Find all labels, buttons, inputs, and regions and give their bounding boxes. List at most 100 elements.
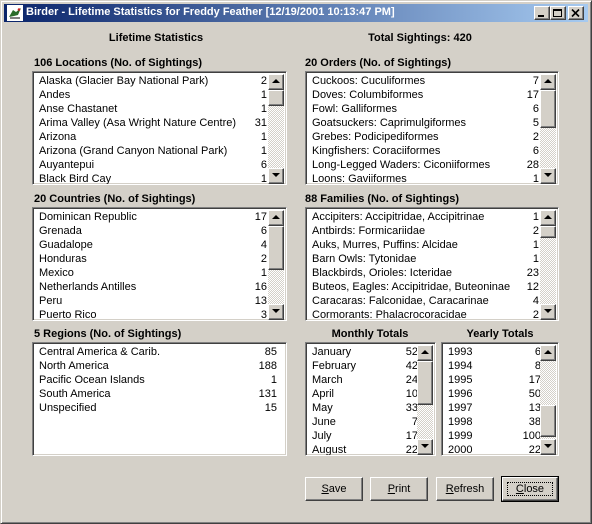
list-item[interactable]: Accipiters: Accipitridae, Accipitrinae 1 (310, 210, 539, 224)
list-item-name: 1995 (448, 374, 473, 386)
scroll-down-button[interactable] (268, 168, 284, 184)
list-item[interactable]: Arima Valley (Asa Wright Nature Centre) 3… (37, 116, 267, 130)
list-item[interactable]: Loons: Gaviiformes 1 (310, 172, 539, 184)
list-item-name: Arizona (39, 131, 77, 143)
families-scrollbar[interactable] (540, 210, 556, 320)
list-item[interactable]: August 22 (310, 443, 418, 455)
list-item[interactable]: 1996 50 (446, 387, 541, 401)
list-item[interactable]: Buteos, Eagles: Accipitridae, Buteoninae… (310, 280, 539, 294)
list-item[interactable]: Dominican Republic 17 (37, 210, 267, 224)
scroll-thumb[interactable] (417, 361, 433, 405)
scroll-up-button[interactable] (540, 345, 556, 361)
list-item-count: 6 (260, 225, 267, 237)
list-item[interactable]: April 10 (310, 387, 418, 401)
print-button[interactable]: Print (370, 477, 428, 501)
list-item[interactable]: Netherlands Antilles 16 (37, 280, 267, 294)
list-item[interactable]: 1998 38 (446, 415, 541, 429)
list-item[interactable]: Alaska (Glacier Bay National Park) 2 (37, 74, 267, 88)
list-item[interactable]: May 33 (310, 401, 418, 415)
scroll-thumb[interactable] (268, 226, 284, 270)
list-item[interactable]: Auks, Murres, Puffins: Alcidae 1 (310, 238, 539, 252)
countries-listbox[interactable]: Dominican Republic 17 Grenada 6 Guadalope 4 Ho… (32, 207, 287, 321)
scroll-up-button[interactable] (268, 74, 284, 90)
list-item[interactable]: Kingfishers: Coraciiformes 6 (310, 144, 539, 158)
regions-listbox[interactable]: Central America & Carib. 85 North America 1… (32, 342, 287, 456)
list-item[interactable]: Pacific Ocean Islands 1 (37, 373, 277, 387)
list-item-name: Guadalope (39, 239, 93, 251)
list-item[interactable]: Cormorants: Phalacrocoracidae 2 (310, 308, 539, 320)
monthly-totals-listbox[interactable]: January 52 February 42 March 24 April 10 May 33 Ju… (305, 342, 436, 456)
scroll-down-button[interactable] (540, 439, 556, 455)
locations-listbox[interactable]: Alaska (Glacier Bay National Park) 2 Andes… (32, 71, 287, 185)
list-item[interactable]: January 52 (310, 345, 418, 359)
list-item[interactable]: 1993 6 (446, 345, 541, 359)
list-item[interactable]: North America 188 (37, 359, 277, 373)
list-item[interactable]: Auyantepui 6 (37, 158, 267, 172)
scroll-up-button[interactable] (540, 74, 556, 90)
list-item[interactable]: 1995 17 (446, 373, 541, 387)
list-item[interactable]: South America 131 (37, 387, 277, 401)
list-item[interactable]: March 24 (310, 373, 418, 387)
scroll-thumb[interactable] (540, 90, 556, 128)
monthly-scrollbar[interactable] (417, 345, 433, 455)
list-item[interactable]: Central America & Carib. 85 (37, 345, 277, 359)
scroll-down-button[interactable] (540, 168, 556, 184)
list-item[interactable]: Unspecified 15 (37, 401, 277, 415)
minimize-button[interactable] (534, 6, 550, 20)
list-item[interactable]: July 17 (310, 429, 418, 443)
families-listbox[interactable]: Accipiters: Accipitridae, Accipitrinae 1 A… (305, 207, 559, 321)
list-item[interactable]: Barn Owls: Tytonidae 1 (310, 252, 539, 266)
list-item[interactable]: Mexico 1 (37, 266, 267, 280)
list-item[interactable]: Arizona 1 (37, 130, 267, 144)
list-item[interactable]: Caracaras: Falconidae, Caracarinae 4 (310, 294, 539, 308)
yearly-scrollbar[interactable] (540, 345, 556, 455)
locations-scrollbar[interactable] (268, 74, 284, 184)
list-item[interactable]: June 7 (310, 415, 418, 429)
list-item[interactable]: February 42 (310, 359, 418, 373)
list-item[interactable]: Fowl: Galliformes 6 (310, 102, 539, 116)
list-item[interactable]: Grebes: Podicipediformes 2 (310, 130, 539, 144)
list-item[interactable]: Long-Legged Waders: Ciconiiformes 28 (310, 158, 539, 172)
scroll-down-button[interactable] (268, 304, 284, 320)
scroll-up-button[interactable] (268, 210, 284, 226)
list-item[interactable]: 1999 100 (446, 429, 541, 443)
list-item[interactable]: Arizona (Grand Canyon National Park) 1 (37, 144, 267, 158)
list-item[interactable]: 1997 13 (446, 401, 541, 415)
list-item[interactable]: Andes 1 (37, 88, 267, 102)
list-item[interactable]: Anse Chastanet 1 (37, 102, 267, 116)
countries-scrollbar[interactable] (268, 210, 284, 320)
list-item[interactable]: Goatsuckers: Caprimulgiformes 5 (310, 116, 539, 130)
scroll-up-button[interactable] (540, 210, 556, 226)
maximize-button[interactable] (550, 6, 566, 20)
list-item[interactable]: Honduras 2 (37, 252, 267, 266)
list-item[interactable]: 2000 22 (446, 443, 541, 456)
scroll-down-button[interactable] (540, 304, 556, 320)
scroll-up-button[interactable] (417, 345, 433, 361)
orders-scrollbar[interactable] (540, 74, 556, 184)
scroll-thumb[interactable] (268, 90, 284, 106)
save-button[interactable]: Save (305, 477, 363, 501)
title-bar[interactable]: Birder - Lifetime Statistics for Freddy … (4, 4, 588, 22)
list-item[interactable]: Blackbirds, Orioles: Icteridae 23 (310, 266, 539, 280)
list-item[interactable]: Guadalope 4 (37, 238, 267, 252)
list-item-name: North America (39, 360, 109, 372)
list-item[interactable]: Antbirds: Formicariidae 2 (310, 224, 539, 238)
bird-icon[interactable] (7, 5, 23, 21)
scroll-thumb[interactable] (540, 226, 556, 238)
close-button[interactable]: Close (501, 476, 559, 502)
list-item[interactable]: Black Bird Cay 1 (37, 172, 267, 184)
yearly-totals-listbox[interactable]: 1993 6 1994 8 1995 17 1996 50 1997 13 1998 38 1999 10… (441, 342, 559, 456)
list-item[interactable]: Puerto Rico 3 (37, 308, 267, 320)
list-item[interactable]: Cuckoos: Cuculiformes 7 (310, 74, 539, 88)
close-window-button[interactable] (568, 6, 584, 20)
list-item[interactable]: 1994 8 (446, 359, 541, 373)
orders-listbox[interactable]: Cuckoos: Cuculiformes 7 Doves: Columbiform… (305, 71, 559, 185)
list-item-name: 2000 (448, 444, 473, 456)
scroll-down-button[interactable] (417, 439, 433, 455)
list-item[interactable]: Peru 13 (37, 294, 267, 308)
print-label: rint (395, 483, 411, 495)
refresh-button[interactable]: Refresh (436, 477, 494, 501)
list-item[interactable]: Doves: Columbiformes 17 (310, 88, 539, 102)
scroll-thumb[interactable] (540, 405, 556, 437)
list-item[interactable]: Grenada 6 (37, 224, 267, 238)
